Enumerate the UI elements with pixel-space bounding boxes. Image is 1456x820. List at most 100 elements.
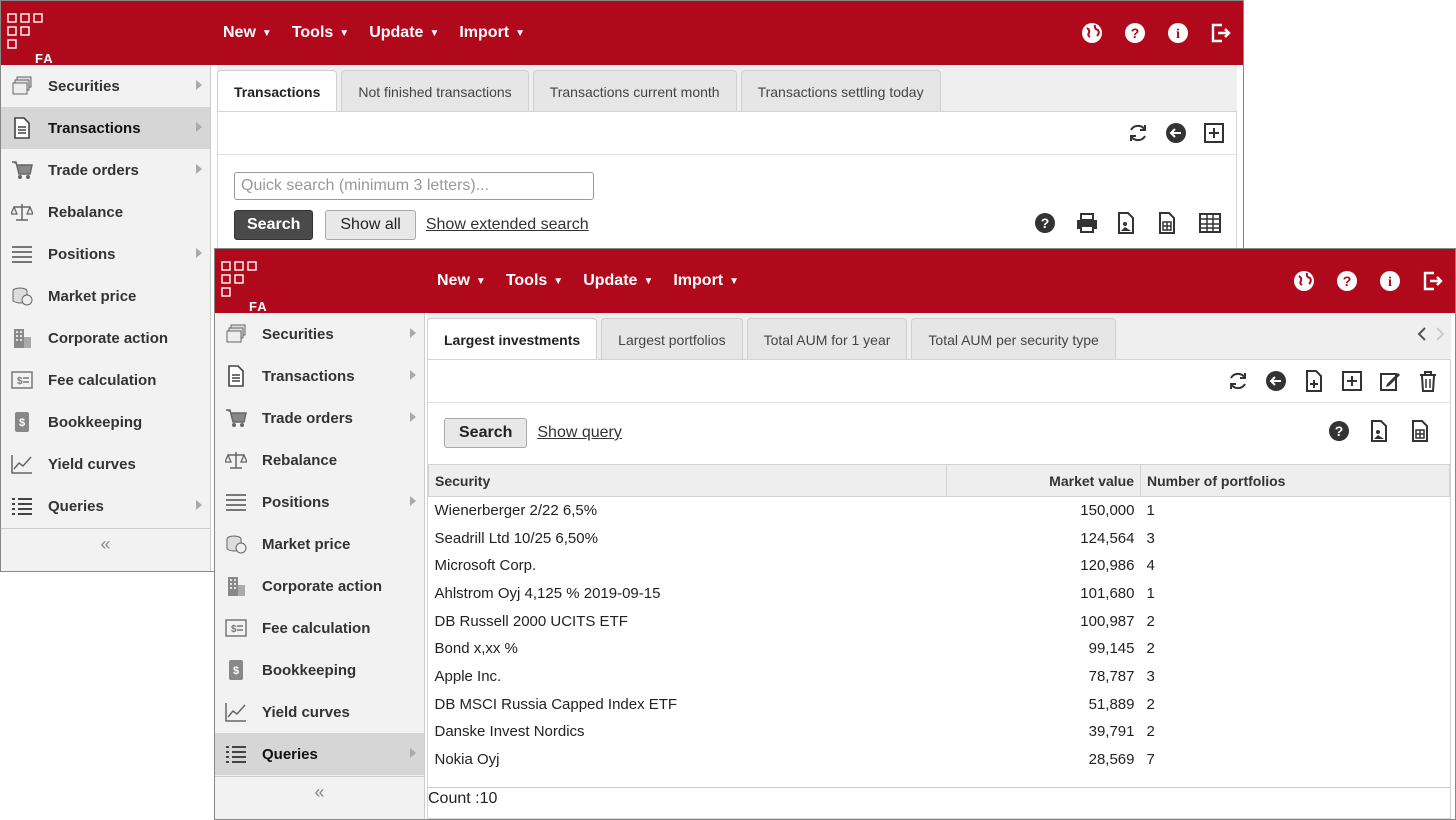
export-sheet-icon[interactable]	[1157, 212, 1181, 236]
list-icon	[225, 491, 247, 513]
sidebar-item-market-price[interactable]: Market price	[215, 523, 424, 565]
table-row[interactable]: Microsoft Corp. 120,986 4	[429, 552, 1450, 580]
sidebar-item-transactions[interactable]: Transactions	[215, 355, 424, 397]
show-query-link[interactable]: Show query	[537, 424, 622, 442]
tab-bar: Largest investments Largest portfolios Tot…	[427, 318, 1120, 361]
new-document-icon[interactable]	[1302, 369, 1326, 393]
sidebar-item-positions[interactable]: Positions	[215, 481, 424, 523]
add-icon[interactable]	[1340, 369, 1364, 393]
menu-new[interactable]: New ▼	[223, 24, 272, 42]
back-icon[interactable]	[1164, 121, 1188, 145]
export-image-icon[interactable]	[1116, 212, 1140, 236]
sidebar-item-trade-orders[interactable]: Trade orders	[1, 149, 210, 191]
tab-largest-investments[interactable]: Largest investments	[427, 318, 598, 361]
sidebar-item-corporate-action[interactable]: Corporate action	[1, 317, 210, 359]
print-icon[interactable]	[1075, 212, 1099, 236]
sidebar-item-fee-calculation[interactable]: $ Fee calculation	[1, 359, 210, 401]
list-icon	[11, 243, 33, 265]
help-icon[interactable]: ?	[1335, 269, 1359, 293]
help-icon[interactable]: ?	[1123, 21, 1147, 45]
sidebar-item-rebalance[interactable]: Rebalance	[215, 439, 424, 481]
fa-logo[interactable]: FA	[7, 13, 57, 66]
menu-tools[interactable]: Tools ▼	[506, 272, 563, 290]
table-row[interactable]: Apple Inc. 78,787 3	[429, 663, 1450, 691]
tab-total-aum-for-1-year[interactable]: Total AUM for 1 year	[746, 318, 908, 360]
sidebar-item-corporate-action[interactable]: Corporate action	[215, 565, 424, 607]
table-row[interactable]: Ahlstrom Oyj 4,125 % 2019-09-15 101,680 1	[429, 580, 1450, 608]
sidebar-item-label: Market price	[262, 535, 351, 553]
sidebar-item-market-price[interactable]: Market price	[1, 275, 210, 317]
tab-transactions-current-month[interactable]: Transactions current month	[532, 70, 737, 112]
cell-number-of-portfolios: 2	[1146, 612, 1155, 630]
info-icon[interactable]: i	[1378, 269, 1402, 293]
collapse-sidebar-button[interactable]: «	[1, 528, 210, 560]
tab-transactions-settling-today[interactable]: Transactions settling today	[740, 70, 941, 112]
panel-toolbar	[1112, 112, 1236, 154]
menu-import[interactable]: Import ▼	[673, 272, 739, 290]
refresh-icon[interactable]	[1126, 121, 1150, 145]
sidebar-item-queries[interactable]: Queries	[1, 485, 210, 527]
table-row[interactable]: Danske Invest Nordics 39,791 2	[429, 718, 1450, 746]
globe-icon[interactable]	[1080, 21, 1104, 45]
table-row[interactable]: Wienerberger 2/22 6,5% 150,000 1	[429, 497, 1450, 525]
collapse-sidebar-button[interactable]: «	[215, 776, 424, 808]
quick-search-input[interactable]	[234, 172, 594, 200]
search-button[interactable]: Search	[444, 418, 528, 448]
sidebar-item-queries[interactable]: Queries	[215, 733, 424, 775]
sidebar-item-bookkeeping[interactable]: $ Bookkeeping	[215, 649, 424, 691]
table-icon[interactable]	[1198, 212, 1222, 236]
globe-icon[interactable]	[1292, 269, 1316, 293]
sidebar-item-positions[interactable]: Positions	[1, 233, 210, 275]
column-security[interactable]: Security	[428, 464, 947, 497]
export-image-icon[interactable]	[1369, 420, 1393, 444]
chevron-right-icon[interactable]	[1431, 323, 1449, 345]
help-icon[interactable]: ?	[1328, 420, 1352, 444]
help-icon[interactable]: ?	[1034, 212, 1058, 236]
logout-icon[interactable]	[1209, 21, 1233, 45]
back-icon[interactable]	[1264, 369, 1288, 393]
table-row[interactable]: DB MSCI Russia Capped Index ETF 51,889 2	[429, 690, 1450, 718]
tab-not-finished-transactions[interactable]: Not finished transactions	[341, 70, 529, 112]
cell-market-value: 39,791	[1088, 723, 1135, 741]
sidebar-item-securities[interactable]: Securities	[215, 313, 424, 355]
delete-icon[interactable]	[1416, 369, 1440, 393]
show-all-button[interactable]: Show all	[325, 210, 416, 240]
export-sheet-icon[interactable]	[1410, 420, 1434, 444]
table-row[interactable]: Seadrill Ltd 10/25 6,50% 124,564 3	[429, 524, 1450, 552]
sidebar-item-transactions[interactable]: Transactions	[1, 107, 210, 149]
table-row[interactable]: Nokia Oyj 28,569 7	[429, 746, 1450, 774]
column-number-of-portfolios[interactable]: Number of portfolios	[1140, 464, 1450, 497]
tab-bar: Transactions Not finished transactions Tra…	[217, 70, 945, 113]
sidebar-item-rebalance[interactable]: Rebalance	[1, 191, 210, 233]
menu-update[interactable]: Update ▼	[583, 272, 653, 290]
menu-new[interactable]: New ▼	[437, 272, 486, 290]
sidebar-item-trade-orders[interactable]: Trade orders	[215, 397, 424, 439]
logout-icon[interactable]	[1421, 269, 1445, 293]
tab-transactions[interactable]: Transactions	[217, 70, 338, 113]
add-icon[interactable]	[1202, 121, 1226, 145]
menu-import[interactable]: Import ▼	[459, 24, 525, 42]
sidebar-item-yield-curves[interactable]: Yield curves	[215, 691, 424, 733]
edit-icon[interactable]	[1378, 369, 1402, 393]
refresh-icon[interactable]	[1226, 369, 1250, 393]
search-button[interactable]: Search	[234, 210, 314, 240]
tab-total-aum-per-security-type[interactable]: Total AUM per security type	[911, 318, 1116, 360]
menu-tools[interactable]: Tools ▼	[292, 24, 349, 42]
column-market-value[interactable]: Market value	[946, 464, 1141, 497]
sidebar-item-bookkeeping[interactable]: $ Bookkeeping	[1, 401, 210, 443]
table-row[interactable]: DB Russell 2000 UCITS ETF 100,987 2	[429, 607, 1450, 635]
menu-update[interactable]: Update ▼	[369, 24, 439, 42]
table-row[interactable]: Bond x,xx % 99,145 2	[429, 635, 1450, 663]
chevron-down-icon: ▼	[515, 27, 526, 39]
show-extended-search-link[interactable]: Show extended search	[426, 216, 589, 234]
sidebar-item-label: Corporate action	[48, 329, 169, 347]
sidebar-item-label: Positions	[262, 493, 330, 511]
chevron-right-icon	[196, 122, 202, 132]
info-icon[interactable]: i	[1166, 21, 1190, 45]
sidebar-item-fee-calculation[interactable]: $ Fee calculation	[215, 607, 424, 649]
chevron-left-icon[interactable]	[1413, 323, 1431, 345]
tab-largest-portfolios[interactable]: Largest portfolios	[601, 318, 743, 360]
sidebar-item-securities[interactable]: Securities	[1, 65, 210, 107]
sidebar-item-yield-curves[interactable]: Yield curves	[1, 443, 210, 485]
fa-logo[interactable]: FA	[221, 261, 271, 314]
